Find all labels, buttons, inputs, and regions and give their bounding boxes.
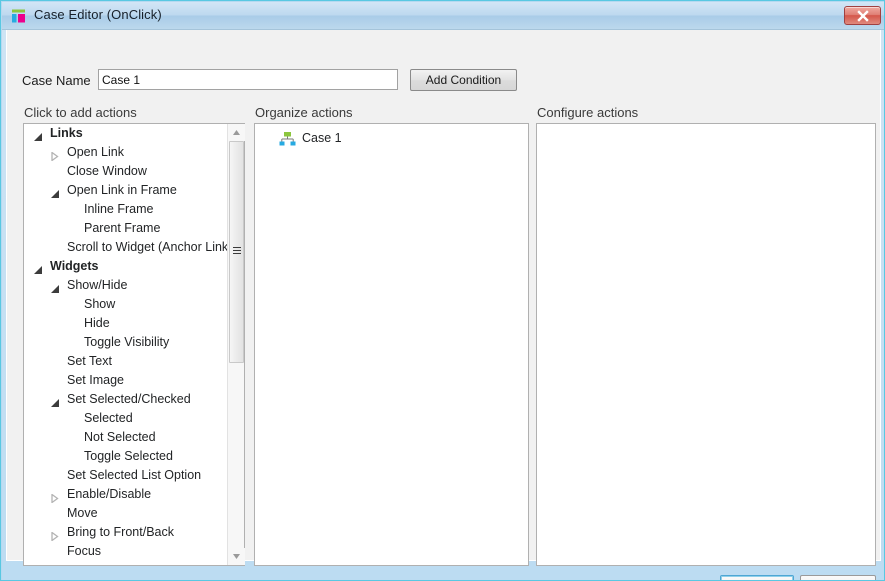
tree-item-label: Bring to Front/Back	[67, 525, 174, 539]
tree-item-label: Set Image	[67, 373, 124, 387]
add-condition-button[interactable]: Add Condition	[410, 69, 517, 91]
scrollbar-grip-icon	[233, 247, 241, 256]
close-icon[interactable]	[844, 6, 881, 25]
tree-item-label: Set Selected List Option	[67, 468, 202, 482]
axure-logo-icon	[11, 8, 27, 24]
tree-item-focus[interactable]: Focus	[24, 542, 227, 561]
tree-item-label: Set Selected/Checked	[67, 392, 191, 406]
tree-item-move[interactable]: Move	[24, 504, 227, 523]
tree-item-label: Open Link in Frame	[67, 183, 177, 197]
tree-item-label: Inline Frame	[84, 202, 154, 216]
tree-item-label: Move	[67, 506, 98, 520]
twisty-collapsed-icon[interactable]	[50, 528, 59, 542]
dialog-client-area: Case Name Add Condition Click to add act…	[6, 30, 881, 580]
tree-item-show-hide[interactable]: Show/Hide	[24, 276, 227, 295]
tree-item-scroll-to-widget-anchor-link[interactable]: Scroll to Widget (Anchor Link)	[24, 238, 227, 257]
actions-tree[interactable]: Links Open Link Close Window Open Link in F…	[24, 124, 227, 565]
tree-item-not-selected[interactable]: Not Selected	[24, 428, 227, 447]
twisty-expanded-icon[interactable]	[50, 395, 59, 407]
tree-item-label: Links	[50, 126, 83, 140]
tree-item-label: Widgets	[50, 259, 99, 273]
tree-item-label: Open Link	[67, 145, 124, 159]
tree-item-label: Selected	[84, 411, 133, 425]
twisty-expanded-icon[interactable]	[33, 129, 42, 141]
sitemap-icon	[279, 132, 296, 152]
tree-item-label: Enable/Disable	[67, 487, 152, 501]
window-title: Case Editor (OnClick)	[34, 7, 162, 22]
actions-tree-scrollbar[interactable]	[227, 124, 245, 565]
scrollbar-thumb[interactable]	[229, 141, 244, 363]
tree-item-set-selected-checked[interactable]: Set Selected/Checked	[24, 390, 227, 409]
twisty-expanded-icon[interactable]	[50, 281, 59, 293]
tree-item-close-window[interactable]: Close Window	[24, 162, 227, 181]
tree-item-bring-to-front-back[interactable]: Bring to Front/Back	[24, 523, 227, 542]
title-bar: Case Editor (OnClick)	[2, 2, 884, 30]
tree-item-open-link[interactable]: Open Link	[24, 143, 227, 162]
configure-column-header: Configure actions	[537, 105, 639, 120]
tree-item-links[interactable]: Links	[24, 124, 227, 143]
tree-item-hide[interactable]: Hide	[24, 314, 227, 333]
scroll-up-icon[interactable]	[228, 124, 245, 141]
organize-actions-panel[interactable]: Case 1	[254, 123, 529, 566]
tree-item-set-image[interactable]: Set Image	[24, 371, 227, 390]
tree-item-label: Set Text	[67, 354, 112, 368]
actions-tree-panel: Links Open Link Close Window Open Link in F…	[23, 123, 245, 566]
tree-item-label: Show/Hide	[67, 278, 128, 292]
tree-item-set-selected-list-option[interactable]: Set Selected List Option	[24, 466, 227, 485]
ok-button[interactable]: OK	[720, 575, 794, 580]
tree-item-label: Toggle Visibility	[84, 335, 170, 349]
tree-item-label: Scroll to Widget (Anchor Link)	[67, 240, 227, 254]
tree-item-toggle-visibility[interactable]: Toggle Visibility	[24, 333, 227, 352]
configure-actions-panel[interactable]	[536, 123, 876, 566]
case-editor-window: Case Editor (OnClick) Case Name Add Cond…	[0, 0, 885, 581]
tree-item-set-text[interactable]: Set Text	[24, 352, 227, 371]
twisty-expanded-icon[interactable]	[50, 186, 59, 198]
tree-item-enable-disable[interactable]: Enable/Disable	[24, 485, 227, 504]
organize-column-header: Organize actions	[255, 105, 353, 120]
case-name-input[interactable]	[98, 69, 398, 90]
tree-item-parent-frame[interactable]: Parent Frame	[24, 219, 227, 238]
tree-item-label: Focus	[67, 544, 102, 558]
tree-item-open-link-in-frame[interactable]: Open Link in Frame	[24, 181, 227, 200]
tree-item-label: Parent Frame	[84, 221, 161, 235]
tree-item-label: Close Window	[67, 164, 147, 178]
tree-item-show[interactable]: Show	[24, 295, 227, 314]
twisty-collapsed-icon[interactable]	[50, 490, 59, 504]
tree-item-widgets[interactable]: Widgets	[24, 257, 227, 276]
tree-item-inline-frame[interactable]: Inline Frame	[24, 200, 227, 219]
list-item-label: Case 1	[302, 131, 342, 145]
tree-item-toggle-selected[interactable]: Toggle Selected	[24, 447, 227, 466]
tree-item-label: Hide	[84, 316, 110, 330]
cancel-button[interactable]: Cancel	[800, 575, 876, 580]
tree-item-label: Toggle Selected	[84, 449, 173, 463]
tree-item-label: Not Selected	[84, 430, 156, 444]
tree-item-label: Show	[84, 297, 116, 311]
case-name-label: Case Name	[22, 73, 91, 88]
tree-item-selected[interactable]: Selected	[24, 409, 227, 428]
scroll-down-icon[interactable]	[228, 548, 245, 565]
twisty-expanded-icon[interactable]	[33, 262, 42, 274]
actions-column-header: Click to add actions	[24, 105, 137, 120]
twisty-collapsed-icon[interactable]	[50, 148, 59, 162]
